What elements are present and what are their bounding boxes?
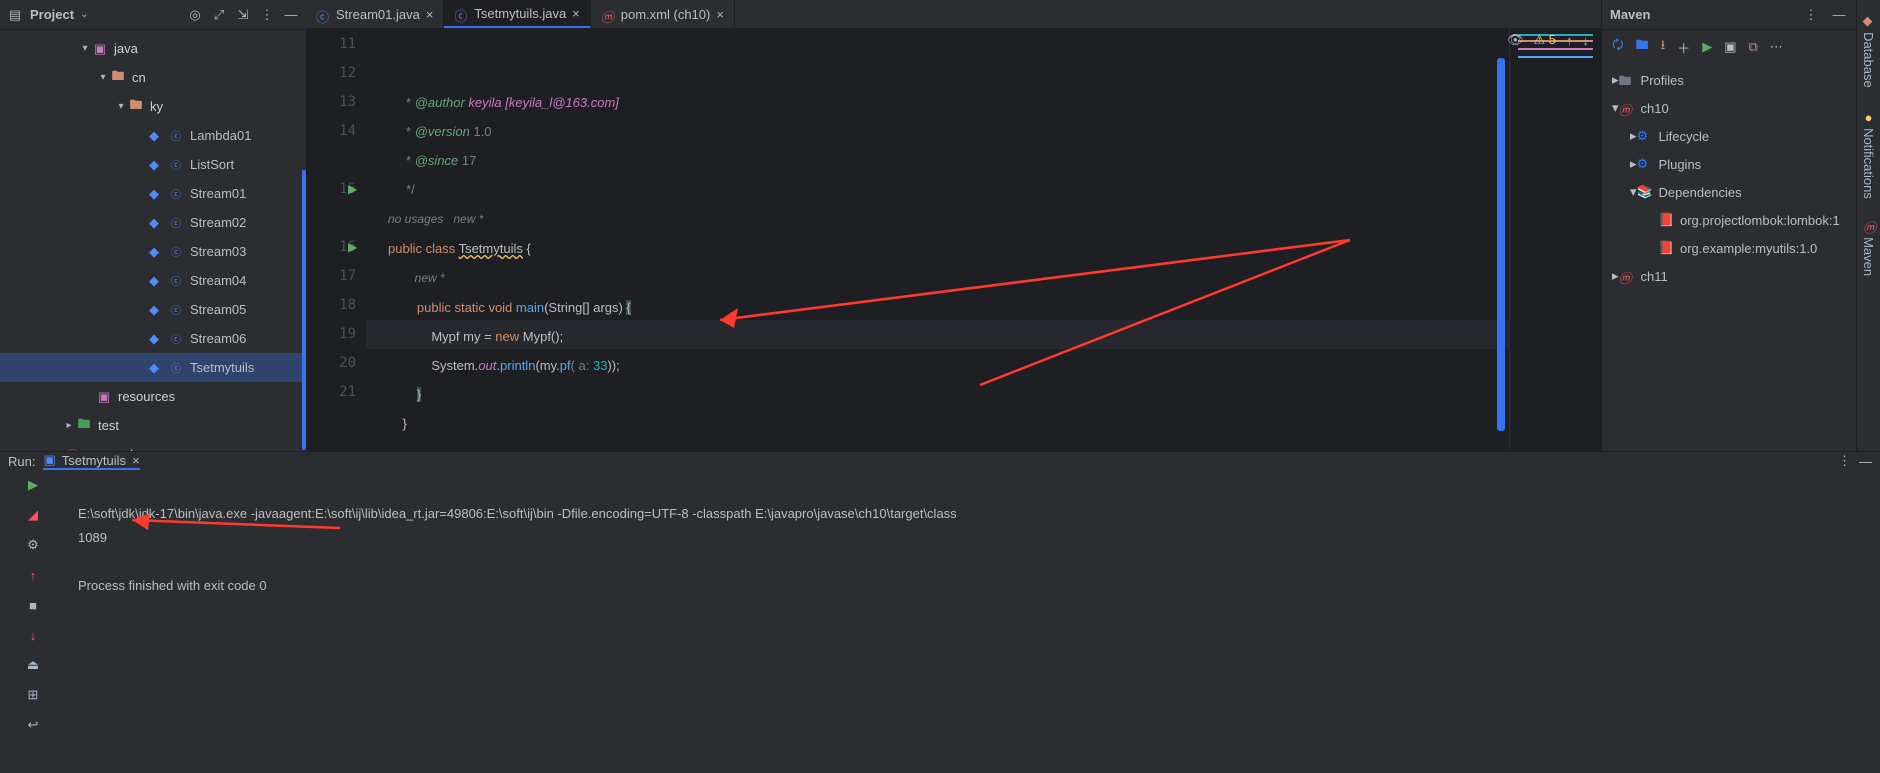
project-title: Project xyxy=(30,7,74,22)
stop-icon[interactable]: ◢ xyxy=(24,506,42,524)
mnode-deps[interactable]: ▾📚Dependencies xyxy=(1602,178,1856,206)
run-icon[interactable]: ▶ xyxy=(1702,39,1712,55)
maven-tree: ▸🖿Profiles ▾ⓜch10 ▸⚙Lifecycle ▸⚙Plugins … xyxy=(1602,64,1856,451)
exit-icon[interactable]: ⏏ xyxy=(24,656,42,674)
tree-resources[interactable]: ▣resources xyxy=(0,382,306,411)
close-icon[interactable]: × xyxy=(132,453,140,468)
run-gutter-icon[interactable]: ▶ xyxy=(348,233,357,262)
mnode-ch11[interactable]: ▸ⓜch11 xyxy=(1602,262,1856,290)
toggle-icon[interactable]: ⧉ xyxy=(1749,39,1758,55)
target-icon[interactable]: ◎ xyxy=(186,6,204,24)
warning-icon[interactable]: ⚠ 5 xyxy=(1533,32,1556,48)
layout-icon[interactable]: ⊞ xyxy=(24,686,42,704)
tree-file[interactable]: ◆ⓒStream03 xyxy=(0,237,306,266)
mnode-lifecycle[interactable]: ▸⚙Lifecycle xyxy=(1602,122,1856,150)
mnode-ch10[interactable]: ▾ⓜch10 xyxy=(1602,94,1856,122)
hide-icon[interactable]: — xyxy=(1859,454,1872,469)
run-label: Run: xyxy=(8,454,35,469)
down-icon[interactable]: ↓ xyxy=(1583,33,1590,48)
down-icon[interactable]: ↓ xyxy=(24,626,42,644)
generate-icon[interactable]: 🖿 xyxy=(1636,36,1649,58)
tree-file[interactable]: ◆ⓒLambda01 xyxy=(0,121,306,150)
reimport-icon[interactable]: 🗘 xyxy=(1612,36,1624,58)
run-gutter-icon[interactable]: ▶ xyxy=(348,175,357,204)
tree-file[interactable]: ◆ⓒStream02 xyxy=(0,208,306,237)
execute-icon[interactable]: ▣ xyxy=(1724,39,1736,55)
expand-icon[interactable]: ⤢ xyxy=(210,6,228,24)
close-icon[interactable]: × xyxy=(572,6,580,21)
project-tree: ▾▣java ▾🖿cn ▾🖿ky ◆ⓒLambda01 ◆ⓒListSort ◆… xyxy=(0,30,306,451)
hide-icon[interactable]: — xyxy=(282,6,300,24)
close-icon[interactable]: × xyxy=(716,7,724,22)
mnode-plugins[interactable]: ▸⚙Plugins xyxy=(1602,150,1856,178)
maven-tab[interactable]: ⓜ Maven xyxy=(1857,215,1880,282)
maven-title: Maven xyxy=(1610,7,1650,22)
run-tab[interactable]: ▣Tsetmytuils× xyxy=(43,452,139,470)
up-icon[interactable]: ↑ xyxy=(24,566,42,584)
db-tab[interactable]: ◆ Database xyxy=(1859,8,1878,94)
tree-cn[interactable]: ▾🖿cn xyxy=(0,63,306,92)
mnode-dep1[interactable]: 📕org.projectlombok:lombok:1 xyxy=(1602,206,1856,234)
stop2-icon[interactable]: ■ xyxy=(24,596,42,614)
readonly-icon[interactable]: 👁 xyxy=(1507,32,1524,48)
tree-java[interactable]: ▾▣java xyxy=(0,34,306,63)
code-editor[interactable]: * @author keyila [keyila_l@163.com] * @v… xyxy=(366,28,1509,451)
settings-icon[interactable]: ⚙ xyxy=(24,536,42,554)
notif-tab[interactable]: ● Notifications xyxy=(1859,104,1878,205)
close-icon[interactable]: × xyxy=(426,7,434,22)
tree-file[interactable]: ◆ⓒStream04 xyxy=(0,266,306,295)
tree-pom[interactable]: ⓜpom.xml xyxy=(0,440,306,451)
add-icon[interactable]: ＋ xyxy=(1677,38,1690,57)
minimap[interactable] xyxy=(1509,28,1601,451)
mnode-profiles[interactable]: ▸🖿Profiles xyxy=(1602,66,1856,94)
rerun-icon[interactable]: ▶ xyxy=(24,476,42,494)
scrollbar[interactable] xyxy=(1497,58,1505,431)
tree-file[interactable]: ◆ⓒListSort xyxy=(0,150,306,179)
hide-icon[interactable]: — xyxy=(1830,6,1848,24)
download-icon[interactable]: ⭳ xyxy=(1661,36,1666,58)
up-icon[interactable]: ↑ xyxy=(1566,33,1573,48)
tree-test[interactable]: ▸🖿test xyxy=(0,411,306,440)
tab-pom[interactable]: ⓜpom.xml (ch10)× xyxy=(591,0,735,28)
tree-ky[interactable]: ▾🖿ky xyxy=(0,92,306,121)
more-icon[interactable]: ⋮ xyxy=(1838,453,1851,469)
run-console[interactable]: E:\soft\jdk\jdk-17\bin\java.exe -javaage… xyxy=(66,470,1880,734)
tree-file[interactable]: ◆ⓒStream05 xyxy=(0,295,306,324)
more-icon[interactable]: ⋯ xyxy=(1770,39,1783,55)
tab-stream01[interactable]: ⓒStream01.java× xyxy=(306,0,444,28)
editor-tabs: ⓒStream01.java× ⓒTsetmytuils.java× ⓜpom.… xyxy=(306,0,1601,28)
tab-tsetmytuils[interactable]: ⓒTsetmytuils.java× xyxy=(444,0,590,28)
mnode-dep2[interactable]: 📕org.example:myutils:1.0 xyxy=(1602,234,1856,262)
wrap-icon[interactable]: ↩ xyxy=(24,716,42,734)
more-icon[interactable]: ⋮ xyxy=(1802,6,1820,24)
tree-file[interactable]: ◆ⓒStream01 xyxy=(0,179,306,208)
chevron-down-icon[interactable]: ⌄ xyxy=(80,9,88,20)
gutter: 1112131415161718192021 ▶ ▶ xyxy=(306,28,366,451)
tree-file[interactable]: ◆ⓒStream06 xyxy=(0,324,306,353)
project-icon: ▤ xyxy=(6,6,24,24)
tree-file-selected[interactable]: ◆ⓒTsetmytuils xyxy=(0,353,306,382)
more-icon[interactable]: ⋮ xyxy=(258,6,276,24)
collapse-icon[interactable]: ⇲ xyxy=(234,6,252,24)
